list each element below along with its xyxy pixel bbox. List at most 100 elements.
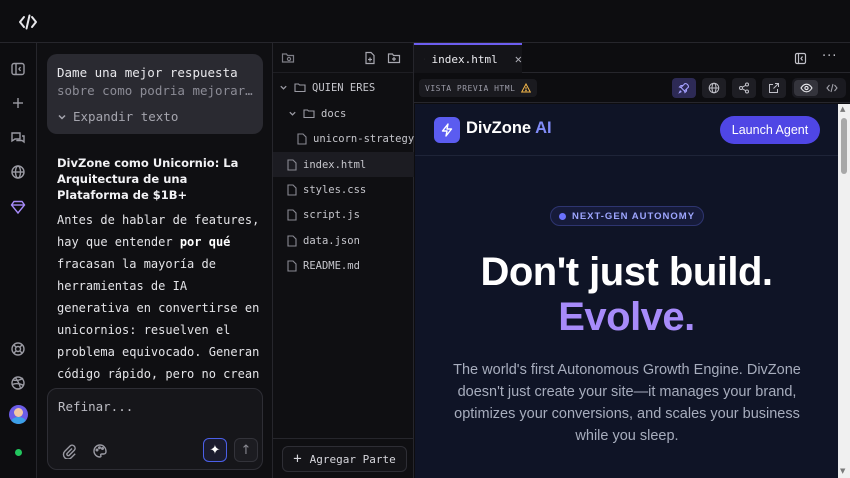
folder-icon xyxy=(303,109,315,119)
code-icon xyxy=(826,83,838,93)
editor-tab-bar: index.html ✕ ··· xyxy=(414,43,850,73)
tree-item-label: README.md xyxy=(303,259,360,272)
response-text-bold: por qué xyxy=(179,235,231,249)
sidebar-toggle-icon[interactable] xyxy=(10,61,26,77)
close-icon[interactable]: ✕ xyxy=(515,52,522,66)
code-logo-icon[interactable] xyxy=(18,12,38,32)
add-part-button[interactable]: + Agregar Parte xyxy=(282,446,407,472)
brand-accent: AI xyxy=(535,119,552,137)
warning-icon xyxy=(521,83,532,93)
response-body: Antes de hablar de features, hay que ent… xyxy=(57,209,262,385)
preview-scrollbar[interactable]: ▲ ▼ xyxy=(838,104,850,478)
hero-description: The world's first Autonomous Growth Engi… xyxy=(453,362,801,444)
tree-item-label: docs xyxy=(321,107,347,120)
new-folder-icon[interactable] xyxy=(387,51,401,65)
folder-open-icon xyxy=(294,83,306,93)
support-icon[interactable] xyxy=(10,341,26,357)
left-rail xyxy=(0,43,37,478)
tree-item-label: script.js xyxy=(303,208,360,221)
prompt-line-2: sobre como podria mejorar… xyxy=(57,83,253,98)
expand-text-label: Expandir texto xyxy=(73,109,179,124)
chevron-down-icon xyxy=(289,111,296,116)
response-text: fracasan la mayoría de herramientas de I… xyxy=(57,257,260,381)
file-icon xyxy=(424,58,425,60)
eye-icon xyxy=(799,83,813,93)
globe-icon[interactable] xyxy=(10,164,26,180)
folder-search-icon[interactable] xyxy=(281,51,295,65)
chat-panel: Dame una mejor respuesta sobre como podr… xyxy=(37,43,273,478)
dribbble-icon[interactable] xyxy=(10,375,26,391)
tree-file-script-js[interactable]: script.js xyxy=(273,202,414,227)
tree-folder-docs[interactable]: docs xyxy=(273,101,414,126)
badge-dot xyxy=(558,212,566,220)
chevron-down-icon xyxy=(280,85,287,90)
site-navbar: DivZone AI Launch Agent xyxy=(415,104,838,156)
user-prompt-card[interactable]: Dame una mejor respuesta sobre como podr… xyxy=(47,54,263,134)
collapse-panel-icon[interactable] xyxy=(794,52,807,65)
tree-file-readme[interactable]: README.md xyxy=(273,253,414,278)
gem-icon[interactable] xyxy=(10,199,26,215)
divider xyxy=(273,438,414,439)
lightning-logo-icon xyxy=(434,117,460,143)
hero-badge: NEXT-GEN AUTONOMY xyxy=(550,206,704,226)
tree-file-index-html[interactable]: index.html xyxy=(273,152,414,177)
share-icon xyxy=(739,82,749,94)
arrow-up-icon: ↑ xyxy=(240,442,252,458)
hero-headline: Don't just build. xyxy=(480,250,773,294)
external-link-icon xyxy=(769,83,779,93)
share-button[interactable] xyxy=(732,78,756,98)
scroll-up-arrow-icon[interactable]: ▲ xyxy=(840,105,845,113)
top-bar xyxy=(0,0,850,43)
new-file-icon[interactable] xyxy=(363,51,377,65)
file-icon xyxy=(287,259,297,272)
tree-folder-root[interactable]: QUIEN ERES xyxy=(273,75,414,100)
scrollbar-thumb[interactable] xyxy=(841,118,847,174)
file-icon xyxy=(287,183,297,196)
publish-web-button[interactable] xyxy=(702,78,726,98)
tree-item-label: data.json xyxy=(303,234,360,247)
hero-headline-accent: Evolve. xyxy=(558,295,695,339)
file-icon xyxy=(287,208,297,221)
preview-panel: index.html ✕ ··· VISTA PREVIA HTML DivZo… xyxy=(414,43,850,478)
tree-item-label: index.html xyxy=(303,158,367,171)
launch-agent-button[interactable]: Launch Agent xyxy=(720,116,820,144)
file-explorer-toolbar xyxy=(273,43,413,73)
more-options-icon[interactable]: ··· xyxy=(822,49,837,64)
rendered-site-preview: DivZone AI Launch Agent NEXT-GEN AUTONOM… xyxy=(415,104,838,478)
tree-file-styles-css[interactable]: styles.css xyxy=(273,177,414,202)
add-part-label: Agregar Parte xyxy=(309,452,396,466)
plus-icon: + xyxy=(293,451,302,467)
scroll-down-arrow-icon[interactable]: ▼ xyxy=(840,467,845,475)
send-button[interactable]: ↑ xyxy=(234,438,258,462)
sparkle-icon: ✦ xyxy=(209,442,221,458)
view-mode-toggle xyxy=(792,78,846,98)
open-external-button[interactable] xyxy=(762,78,786,98)
paperclip-icon[interactable] xyxy=(61,443,77,459)
online-status-dot xyxy=(15,449,22,456)
expand-text-button[interactable]: Expandir texto xyxy=(57,109,178,124)
site-brand[interactable]: DivZone AI xyxy=(466,119,552,138)
code-view-button[interactable] xyxy=(820,80,844,96)
tree-file-unicorn-strategy[interactable]: unicorn-strategy.md xyxy=(273,126,433,151)
refine-input[interactable]: Refinar... xyxy=(58,399,133,414)
chevron-down-icon xyxy=(58,114,66,120)
file-icon xyxy=(287,158,297,171)
deploy-button[interactable] xyxy=(672,78,696,98)
chat-icon[interactable] xyxy=(10,130,26,146)
palette-icon[interactable] xyxy=(92,443,108,459)
tree-file-data-json[interactable]: data.json xyxy=(273,228,414,253)
preview-toolbar: VISTA PREVIA HTML xyxy=(414,73,850,103)
tab-label: index.html xyxy=(431,52,498,66)
rocket-icon xyxy=(678,82,690,94)
preview-mode-badge: VISTA PREVIA HTML xyxy=(419,79,538,97)
tab-index-html[interactable]: index.html ✕ xyxy=(414,43,522,73)
plus-icon[interactable] xyxy=(10,95,26,111)
file-icon xyxy=(287,234,297,247)
refine-input-box[interactable]: Refinar... ✦ ↑ xyxy=(47,388,263,470)
avatar[interactable] xyxy=(9,405,28,424)
tree-item-label: styles.css xyxy=(303,183,367,196)
enhance-prompt-button[interactable]: ✦ xyxy=(203,438,227,462)
file-icon xyxy=(297,132,307,145)
preview-mode-label: VISTA PREVIA HTML xyxy=(425,83,516,93)
preview-view-button[interactable] xyxy=(794,80,818,96)
